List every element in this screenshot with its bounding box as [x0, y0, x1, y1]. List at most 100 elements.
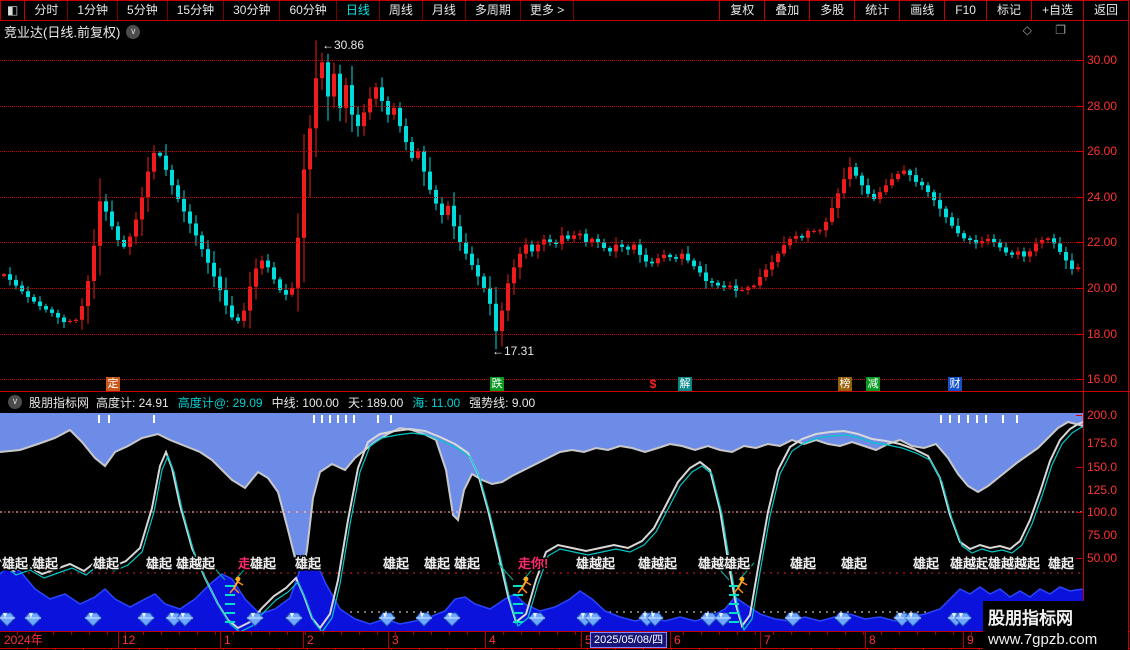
indicator-axis-tick — [1076, 558, 1082, 559]
toolbar-button-多股[interactable]: 多股 — [809, 1, 854, 20]
candle-body — [296, 237, 300, 288]
sky-tick-mark — [329, 415, 331, 423]
month-label-6: 6 — [674, 633, 681, 647]
signal-label: 雄越越起 — [987, 556, 1041, 571]
candle-body — [866, 185, 870, 194]
low-price-annotation: ←17.31 — [492, 344, 535, 358]
sky-tick-mark — [98, 415, 100, 423]
price-gridline — [0, 379, 1083, 380]
toolbar-button-返回[interactable]: 返回 — [1082, 1, 1128, 20]
candle-body — [410, 142, 414, 158]
candle-body — [812, 230, 816, 232]
candle-body — [476, 265, 480, 277]
candle-body — [236, 317, 240, 321]
candle-body — [386, 101, 390, 115]
candlestick-chart-canvas[interactable] — [0, 30, 1083, 391]
month-separator — [865, 632, 866, 648]
month-separator — [485, 632, 486, 648]
candle-body — [380, 87, 384, 101]
candle-body — [572, 235, 576, 239]
event-badge-跌: 跌 — [490, 377, 504, 391]
period-tab-5分钟[interactable]: 5分钟 — [118, 1, 168, 20]
candle-body — [602, 242, 606, 248]
indicator-chart-canvas[interactable]: 雄起 雄起 雄起 雄起 雄越起 走雄起 雄起 雄起 雄起 雄起 走你! 雄越起 雄越起 雄越雄起 雄起 雄起雄… — [0, 413, 1083, 631]
axis-bottom-line — [0, 648, 1130, 649]
candle-body — [194, 223, 198, 236]
candle-body — [524, 244, 528, 254]
candle-body — [998, 242, 1002, 248]
candle-body — [1034, 243, 1038, 252]
indicator-field: 高度计: 24.91 — [96, 395, 169, 410]
candle-body — [260, 260, 264, 269]
toolbar-button-画线[interactable]: 画线 — [899, 1, 944, 20]
toolbar-button-+自选[interactable]: +自选 — [1030, 1, 1083, 20]
candle-body — [896, 173, 900, 179]
candle-body — [1070, 260, 1074, 269]
candlestick-series — [2, 40, 1080, 350]
candle-body — [656, 258, 660, 264]
window-split-icon[interactable]: ◧ — [1, 1, 26, 20]
indicator-axis-label: 50.00 — [1087, 551, 1118, 565]
period-tab-月线[interactable]: 月线 — [423, 1, 466, 20]
candle-body — [944, 208, 948, 218]
candle-body — [92, 245, 96, 281]
period-tab-15分钟[interactable]: 15分钟 — [168, 1, 225, 20]
toolbar-button-F10[interactable]: F10 — [944, 1, 986, 20]
toolbar-button-复权[interactable]: 复权 — [719, 1, 764, 20]
candle-body — [758, 277, 762, 286]
panel-divider-line — [0, 391, 1130, 392]
candle-body — [152, 152, 156, 172]
axis-top-line — [0, 631, 1130, 632]
signal-label: 雄起 — [423, 556, 451, 571]
candle-body — [158, 152, 162, 156]
collapse-chevron-icon[interactable]: ∨ — [8, 395, 22, 409]
price-axis-line — [1083, 21, 1084, 648]
candle-body — [926, 185, 930, 193]
candle-body — [824, 221, 828, 231]
candle-body — [650, 261, 654, 264]
toolbar-button-叠加[interactable]: 叠加 — [764, 1, 809, 20]
candle-body — [686, 253, 690, 261]
period-tab-30分钟[interactable]: 30分钟 — [224, 1, 281, 20]
candle-body — [1004, 247, 1008, 253]
candle-body — [188, 211, 192, 224]
toolbar-actions: 复权 叠加 多股 统计 画线 F10 标记 +自选 返回 — [719, 1, 1128, 20]
candle-body — [98, 201, 102, 246]
month-separator — [118, 632, 119, 648]
toolbar-button-统计[interactable]: 统计 — [854, 1, 899, 20]
candle-body — [842, 179, 846, 194]
price-axis-label: 24.00 — [1087, 190, 1118, 204]
candle-body — [674, 257, 678, 259]
toolbar-button-标记[interactable]: 标记 — [985, 1, 1031, 20]
period-tab-更多 >[interactable]: 更多 > — [521, 1, 575, 20]
candle-body — [452, 205, 456, 227]
period-tab-多周期[interactable]: 多周期 — [466, 1, 521, 20]
price-gridline — [0, 197, 1083, 198]
candle-body — [494, 303, 498, 332]
candle-body — [488, 287, 492, 304]
candle-body — [584, 233, 588, 243]
indicator-field: 强势线: 9.00 — [469, 395, 536, 410]
high-price-annotation: ←30.86 — [322, 38, 365, 52]
indicator-axis-label: 175.0 — [1087, 436, 1118, 450]
period-tabs: 分时 1分钟 5分钟 15分钟 30分钟 60分钟 日线 周线 月线 多周期 更多 > — [25, 1, 575, 20]
period-tab-周线[interactable]: 周线 — [380, 1, 423, 20]
candle-body — [668, 254, 672, 258]
period-tab-60分钟[interactable]: 60分钟 — [280, 1, 337, 20]
candle-body — [50, 309, 54, 313]
month-label-9: 9 — [967, 633, 974, 647]
signal-label: 雄起 — [249, 556, 277, 571]
candle-body — [854, 167, 858, 176]
candle-body — [566, 235, 570, 239]
month-separator — [581, 632, 582, 648]
indicator-field: 海: 11.00 — [412, 395, 461, 410]
sky-tick-mark — [967, 415, 969, 423]
price-axis-label: 28.00 — [1087, 99, 1118, 113]
candle-body — [326, 62, 330, 97]
month-label-12: 12 — [122, 633, 136, 647]
period-tab-分时[interactable]: 分时 — [25, 1, 69, 20]
date-axis[interactable]: 2024年 12 1 2 3 4 5 6 7 8 9 2025/05/08/四 — [0, 632, 1083, 648]
period-tab-日线[interactable]: 日线 — [337, 1, 380, 20]
event-badge-解: 解 — [678, 377, 692, 391]
period-tab-1分钟[interactable]: 1分钟 — [68, 1, 119, 20]
